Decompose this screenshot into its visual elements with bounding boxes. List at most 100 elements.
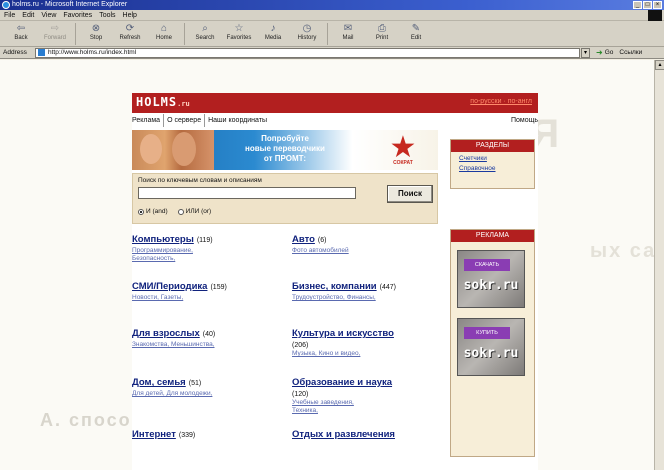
site-header: HOLMS.ru по-русски · по-англ xyxy=(132,93,538,113)
media-button[interactable]: ♪ Media xyxy=(256,21,290,47)
ads-title: РЕКЛАМА xyxy=(451,230,534,242)
category-title-link[interactable]: Образование и наука xyxy=(292,377,392,388)
sections-box: РАЗДЕЛЫ Счетчики Справочное xyxy=(450,139,535,189)
subcategory-link[interactable]: Трудоустройство, Финансы, xyxy=(292,294,452,302)
promt-banner[interactable]: Попробуйте новые переводчики от ПРОМТ: ★… xyxy=(132,130,438,170)
toolbar-label: Mail xyxy=(342,35,354,41)
ad-banner[interactable]: СКАЧАТЬ sokr.ru xyxy=(457,250,525,308)
nav-contacts[interactable]: Наши координаты xyxy=(205,114,270,127)
subcategory-link[interactable]: Техника, xyxy=(292,407,452,415)
toolbar: ⇦ Back ⇨ Forward ⊗ Stop ⟳ Refresh ⌂ Home ⌕ Search ☆ F… xyxy=(0,21,664,47)
radio-and[interactable]: И (and) xyxy=(138,208,168,215)
stop-icon: ⊗ xyxy=(91,23,101,34)
banner-photo xyxy=(132,130,214,170)
address-dropdown-button[interactable]: ▾ xyxy=(581,47,590,58)
mail-button[interactable]: ✉ Mail xyxy=(331,21,365,47)
back-button[interactable]: ⇦ Back xyxy=(4,21,38,47)
maximize-button[interactable]: □ xyxy=(643,1,652,9)
edit-button[interactable]: ✎ Edit xyxy=(399,21,433,47)
menu-edit[interactable]: Edit xyxy=(22,10,34,20)
category-item: Бизнес, компании (447) Трудоустройство, Фи… xyxy=(292,276,452,302)
category-title-link[interactable]: Отдых и развлечения xyxy=(292,429,395,440)
top-nav: Реклама О сервере Наши координаты Помощь xyxy=(132,114,538,127)
category-title-link[interactable]: Дом, семья xyxy=(132,377,186,388)
window-title: holms.ru - Microsoft Internet Explorer xyxy=(12,1,128,8)
address-url: http://www.holms.ru/index.html xyxy=(48,48,137,56)
minimize-button[interactable]: _ xyxy=(633,1,642,9)
search-button[interactable]: Поиск xyxy=(387,185,433,203)
search-icon: ⌕ xyxy=(202,23,208,34)
category-title-link[interactable]: Авто xyxy=(292,234,315,245)
favorites-icon: ☆ xyxy=(234,23,244,34)
subcategory-link[interactable]: Новости, Газеты, xyxy=(132,294,292,302)
subcategory-link[interactable]: Для детей, Для молодежи, xyxy=(132,390,292,398)
menu-file[interactable]: File xyxy=(4,10,15,20)
category-item: Отдых и развлечения xyxy=(292,424,452,442)
ad-banner[interactable]: КУПИТЬ sokr.ru xyxy=(457,318,525,376)
nav-advertising[interactable]: Реклама xyxy=(132,114,165,127)
toolbar-label: Stop xyxy=(89,35,103,41)
subcategory-link[interactable]: Музыка, Кино и видео, xyxy=(292,350,452,358)
search-label: Поиск по ключевым словам и описаниям xyxy=(138,177,262,184)
radio-or[interactable]: ИЛИ (or) xyxy=(177,208,211,215)
go-button[interactable]: ➜ Go xyxy=(596,47,613,59)
subcategory-link[interactable]: Безопасность, xyxy=(132,255,292,263)
links-button[interactable]: Ссылки xyxy=(619,47,642,59)
scroll-up-button[interactable]: ▴ xyxy=(655,60,664,70)
nav-help[interactable]: Помощь xyxy=(511,114,538,127)
category-count: (206) xyxy=(292,342,309,349)
favorites-button[interactable]: ☆ Favorites xyxy=(222,21,256,47)
toolbar-label: Home xyxy=(155,35,172,41)
windows-logo-icon xyxy=(648,10,662,21)
category-count: (120) xyxy=(292,391,309,398)
category-title-link[interactable]: Бизнес, компании xyxy=(292,281,377,292)
nav-about[interactable]: О сервере xyxy=(164,114,206,127)
subcategory-link[interactable]: Программирование, xyxy=(132,247,292,255)
sections-link-counters[interactable]: Счетчики xyxy=(459,155,534,162)
menu-bar: File Edit View Favorites Tools Help xyxy=(0,10,664,21)
toolbar-label: Media xyxy=(264,35,282,41)
toolbar-label: Print xyxy=(375,35,389,41)
sections-link-reference[interactable]: Справочное xyxy=(459,165,534,172)
category-item: Культура и искусство (206) Музыка, Кино и … xyxy=(292,323,452,358)
background-text: ых сайтов xyxy=(590,240,664,262)
category-title-link[interactable]: СМИ/Периодика xyxy=(132,281,207,292)
vertical-scrollbar[interactable]: ▴ xyxy=(654,60,664,470)
subcategory-link[interactable]: Знакомства, Меньшинства, xyxy=(132,341,292,349)
toolbar-label: Edit xyxy=(410,35,422,41)
forward-button[interactable]: ⇨ Forward xyxy=(38,21,72,47)
print-button[interactable]: ⎙ Print xyxy=(365,21,399,47)
menu-help[interactable]: Help xyxy=(123,10,137,20)
search-input[interactable] xyxy=(138,187,356,199)
menu-favorites[interactable]: Favorites xyxy=(63,10,92,20)
category-title-link[interactable]: Компьютеры xyxy=(132,234,194,245)
address-label: Address xyxy=(3,48,27,56)
menu-view[interactable]: View xyxy=(41,10,56,20)
category-title-link[interactable]: Интернет xyxy=(132,429,176,440)
search-button[interactable]: ⌕ Search xyxy=(188,21,222,47)
refresh-button[interactable]: ⟳ Refresh xyxy=(113,21,147,47)
go-label: Go xyxy=(604,48,614,56)
mail-icon: ✉ xyxy=(343,23,353,34)
holms-page: HOLMS.ru по-русски · по-англ Реклама О с… xyxy=(132,93,538,470)
category-title-link[interactable]: Культура и искусство xyxy=(292,328,394,339)
toolbar-label: Refresh xyxy=(119,35,141,41)
toolbar-label: History xyxy=(297,35,317,41)
stop-button[interactable]: ⊗ Stop xyxy=(79,21,113,47)
history-icon: ◷ xyxy=(302,23,312,34)
language-links[interactable]: по-русски · по-англ xyxy=(470,98,532,105)
category-count: (40) xyxy=(202,331,216,338)
home-button[interactable]: ⌂ Home xyxy=(147,21,181,47)
site-logo[interactable]: HOLMS.ru xyxy=(136,95,190,109)
banner-text: Попробуйте новые переводчики от ПРОМТ: xyxy=(245,134,325,163)
category-count: (119) xyxy=(196,237,213,244)
subcategory-link[interactable]: Фото автомобилей xyxy=(292,247,452,255)
address-input[interactable]: http://www.holms.ru/index.html xyxy=(35,47,580,58)
menu-tools[interactable]: Tools xyxy=(99,10,115,20)
home-icon: ⌂ xyxy=(160,23,168,34)
close-button[interactable]: × xyxy=(653,1,662,9)
history-button[interactable]: ◷ History xyxy=(290,21,324,47)
toolbar-label: Favorites xyxy=(226,35,252,41)
subcategory-link[interactable]: Учебные заведения, xyxy=(292,399,452,407)
category-title-link[interactable]: Для взрослых xyxy=(132,328,200,339)
